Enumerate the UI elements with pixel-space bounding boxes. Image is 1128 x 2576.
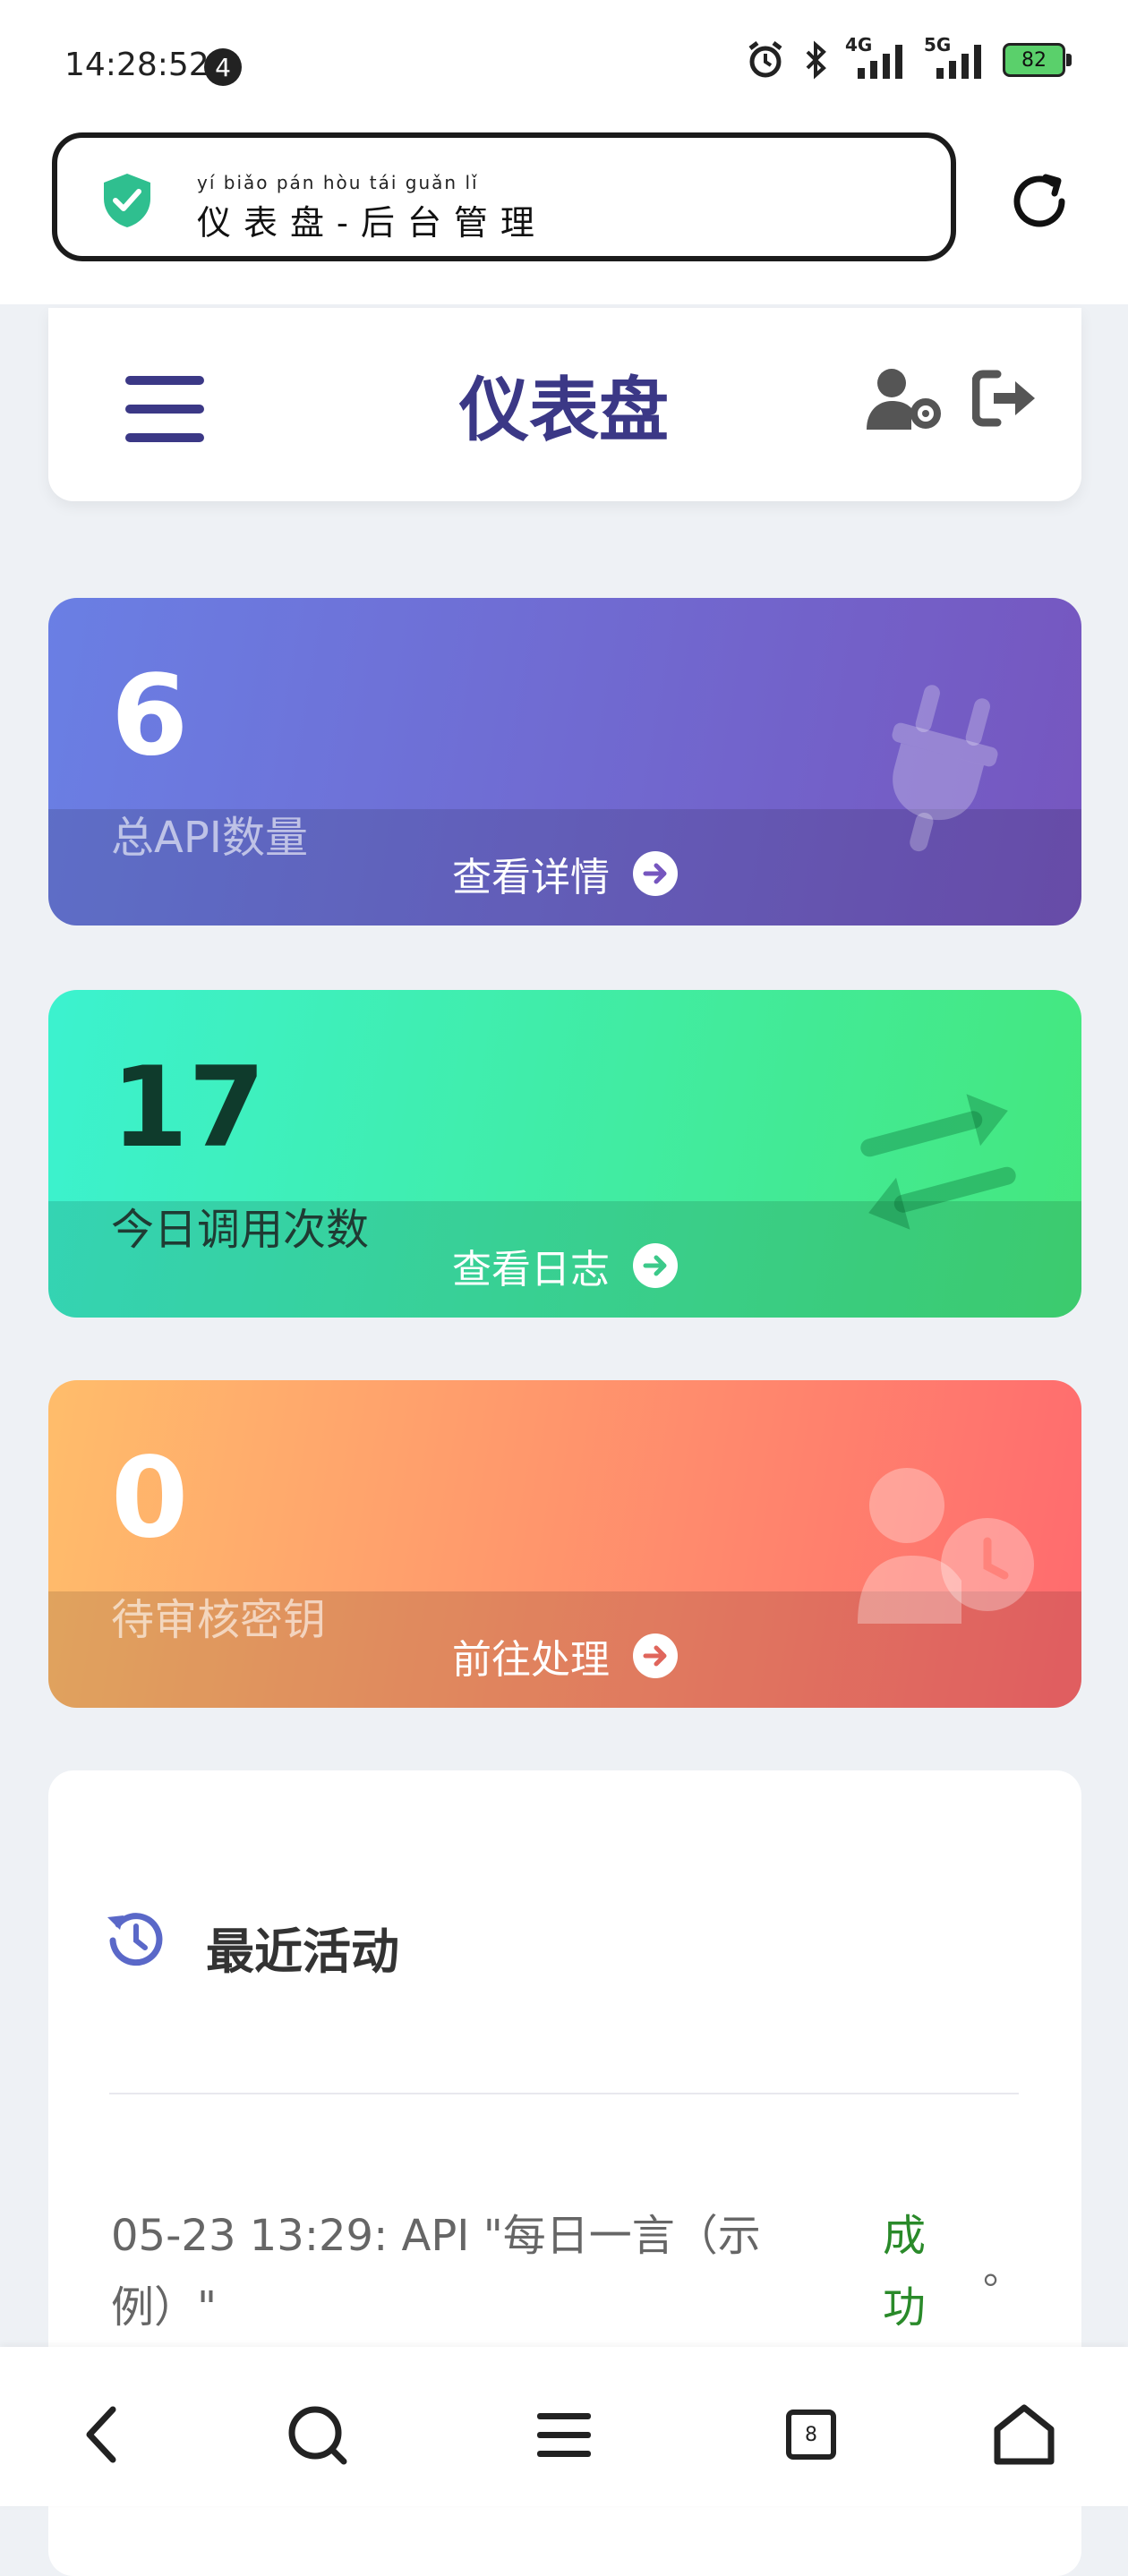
stat-value: 6 bbox=[111, 652, 189, 780]
link-text: 查看日志 bbox=[452, 1247, 610, 1292]
network-label-2: 5G bbox=[924, 34, 952, 55]
battery-indicator: 82 bbox=[1003, 43, 1072, 77]
activity-item-text: 05-23 13:29: API "每日一言（示例）" bbox=[111, 2211, 761, 2333]
menu-icon-bottom[interactable] bbox=[528, 2399, 600, 2470]
network-label-1: 4G bbox=[845, 34, 873, 55]
stat-value: 0 bbox=[111, 1434, 189, 1563]
exchange-arrows-icon bbox=[860, 1094, 1016, 1230]
status-time: 14:28:52 bbox=[64, 47, 209, 83]
activity-item-status: 成功 bbox=[883, 2211, 927, 2333]
history-icon bbox=[107, 1913, 163, 1966]
tabs-count: 8 bbox=[786, 2410, 836, 2460]
secure-shield-icon bbox=[104, 174, 150, 227]
home-icon[interactable] bbox=[988, 2399, 1060, 2470]
stat-card-pending-keys[interactable]: 0 待审核密钥 前往处理 bbox=[48, 1380, 1081, 1708]
link-text: 查看详情 bbox=[452, 855, 610, 900]
arrow-right-icon bbox=[633, 851, 678, 896]
user-settings-icon[interactable] bbox=[867, 367, 944, 433]
signal-5g-icon: 5G bbox=[924, 34, 987, 81]
dashboard-title: 仪表盘 bbox=[458, 370, 669, 451]
divider bbox=[109, 2093, 1019, 2094]
page-title: 仪表盘-后台管理 bbox=[197, 203, 547, 243]
link-text: 前往处理 bbox=[452, 1637, 610, 1683]
page-title-pinyin: yí biǎo pán hòu tái guǎn lǐ bbox=[197, 172, 479, 193]
arrow-right-icon bbox=[633, 1243, 678, 1288]
plug-icon bbox=[892, 685, 998, 852]
stat-card-today-calls[interactable]: 17 今日调用次数 查看日志 bbox=[48, 990, 1081, 1318]
status-icons: 4G 5G 82 bbox=[745, 34, 1072, 81]
tabs-button[interactable]: 8 bbox=[775, 2399, 847, 2470]
notification-badge: 4 bbox=[204, 48, 242, 86]
user-clock-icon bbox=[858, 1468, 1034, 1624]
stat-value: 17 bbox=[111, 1044, 266, 1173]
signal-4g-icon: 4G bbox=[845, 34, 908, 81]
reload-icon[interactable] bbox=[1006, 168, 1072, 235]
recent-activity-title: 最近活动 bbox=[206, 1923, 399, 1980]
alarm-icon bbox=[748, 41, 782, 78]
back-icon[interactable] bbox=[68, 2399, 140, 2470]
logout-icon[interactable] bbox=[972, 369, 1038, 428]
bluetooth-icon bbox=[806, 40, 826, 80]
search-icon[interactable] bbox=[281, 2399, 353, 2470]
activity-item-suffix: 。 bbox=[983, 2248, 1022, 2293]
arrow-right-icon bbox=[633, 1633, 678, 1678]
stat-card-total-apis[interactable]: 6 总API数量 查看详情 bbox=[48, 598, 1081, 925]
